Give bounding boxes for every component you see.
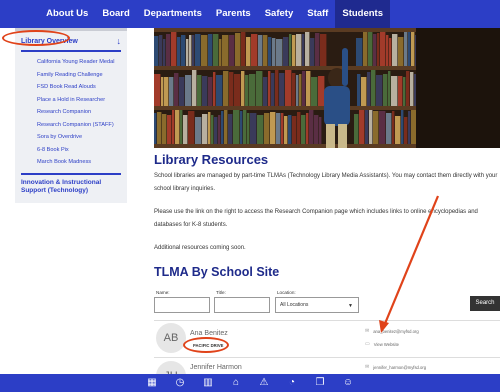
bottom-toolbar: ▦ ◷ ▥ ⌂ ⚠ ◔ ❐ ☺	[0, 374, 500, 392]
caret-down-icon: ▼	[348, 303, 353, 309]
intro-paragraph: School libraries are managed by part-tim…	[154, 173, 498, 192]
main-content: Library Resources School libraries are m…	[154, 152, 500, 279]
annotation-oval	[2, 30, 70, 46]
row-divider	[154, 357, 500, 358]
nav-safety[interactable]: Safety	[258, 0, 301, 28]
name-input[interactable]	[154, 297, 210, 313]
sidebar-link[interactable]: California Young Reader Medal	[37, 56, 127, 69]
location-select[interactable]: All Locations ▼	[275, 297, 359, 313]
name-label: Name:	[156, 290, 170, 295]
sidebar-link[interactable]: Research Companion (STAFF)	[37, 119, 127, 132]
sidebar-link[interactable]: March Book Madness	[37, 156, 127, 169]
page-title: Library Resources	[154, 152, 269, 167]
staff-name: Jennifer Harmon	[190, 364, 242, 371]
nav-departments[interactable]: Departments	[137, 0, 209, 28]
users-icon[interactable]: ☺	[342, 374, 354, 392]
top-nav: About Us Board Departments Parents Safet…	[0, 0, 500, 28]
calendar-icon[interactable]: ▦	[146, 374, 158, 392]
bank-icon[interactable]: ⌂	[230, 374, 242, 392]
hero-image	[154, 28, 500, 148]
sidebar: Library Overview ↓ California Young Read…	[15, 28, 127, 203]
search-button[interactable]: Search	[470, 296, 500, 311]
nav-board[interactable]: Board	[95, 0, 136, 28]
website-contact[interactable]: ▭ View Website	[365, 341, 399, 347]
sidebar-item-innovation[interactable]: Innovation & Instructional Support (Tech…	[15, 175, 127, 195]
row-divider	[154, 320, 500, 321]
down-arrow-icon[interactable]: ↓	[117, 36, 122, 46]
nav-about-us[interactable]: About Us	[39, 0, 95, 28]
clock-icon[interactable]: ◷	[174, 374, 186, 392]
mail-icon: ✉	[365, 364, 370, 370]
sidebar-link[interactable]: Place a Hold in Researcher	[37, 94, 127, 107]
nav-parents[interactable]: Parents	[209, 0, 258, 28]
sidebar-link[interactable]: Research Companion	[37, 106, 127, 119]
view-website-link[interactable]: View Website	[374, 342, 399, 347]
annotation-oval	[183, 337, 229, 353]
mail-icon: ✉	[365, 328, 370, 334]
email-contact[interactable]: ✉ ana_benitez@myfsd.org	[365, 328, 419, 334]
nav-students[interactable]: Students	[335, 0, 390, 28]
book-icon[interactable]: ▥	[202, 374, 214, 392]
section-heading: TLMA By School Site	[154, 265, 280, 279]
location-label: Location:	[277, 290, 296, 295]
sidebar-link[interactable]: 6-8 Book Pix	[37, 144, 127, 157]
email-contact[interactable]: ✉ jennifer_harmon@myfsd.org	[365, 364, 426, 370]
research-paragraph: Please use the link on the right to acce…	[154, 209, 478, 228]
sidebar-link[interactable]: Family Reading Challenge	[37, 69, 127, 82]
title-input[interactable]	[214, 297, 270, 313]
staff-email[interactable]: jennifer_harmon@myfsd.org	[373, 365, 426, 370]
staff-name: Ana Benitez	[190, 330, 228, 337]
pie-icon[interactable]: ◔	[286, 374, 298, 392]
nav-staff[interactable]: Staff	[300, 0, 335, 28]
sidebar-link[interactable]: FSD Book Read Alouds	[37, 81, 127, 94]
sidebar-links: California Young Reader Medal Family Rea…	[15, 52, 127, 169]
avatar: AB	[156, 323, 186, 353]
sidebar-link[interactable]: Sora by Overdrive	[37, 131, 127, 144]
staff-email[interactable]: ana_benitez@myfsd.org	[373, 329, 418, 334]
page: About Us Board Departments Parents Safet…	[0, 0, 500, 392]
additional-paragraph: Additional resources coming soon.	[154, 245, 246, 251]
book-open-icon[interactable]: ❐	[314, 374, 326, 392]
alert-icon[interactable]: ⚠	[258, 374, 270, 392]
title-label: Title:	[216, 290, 226, 295]
location-select-value: All Locations	[280, 302, 309, 308]
link-icon: ▭	[365, 341, 370, 347]
